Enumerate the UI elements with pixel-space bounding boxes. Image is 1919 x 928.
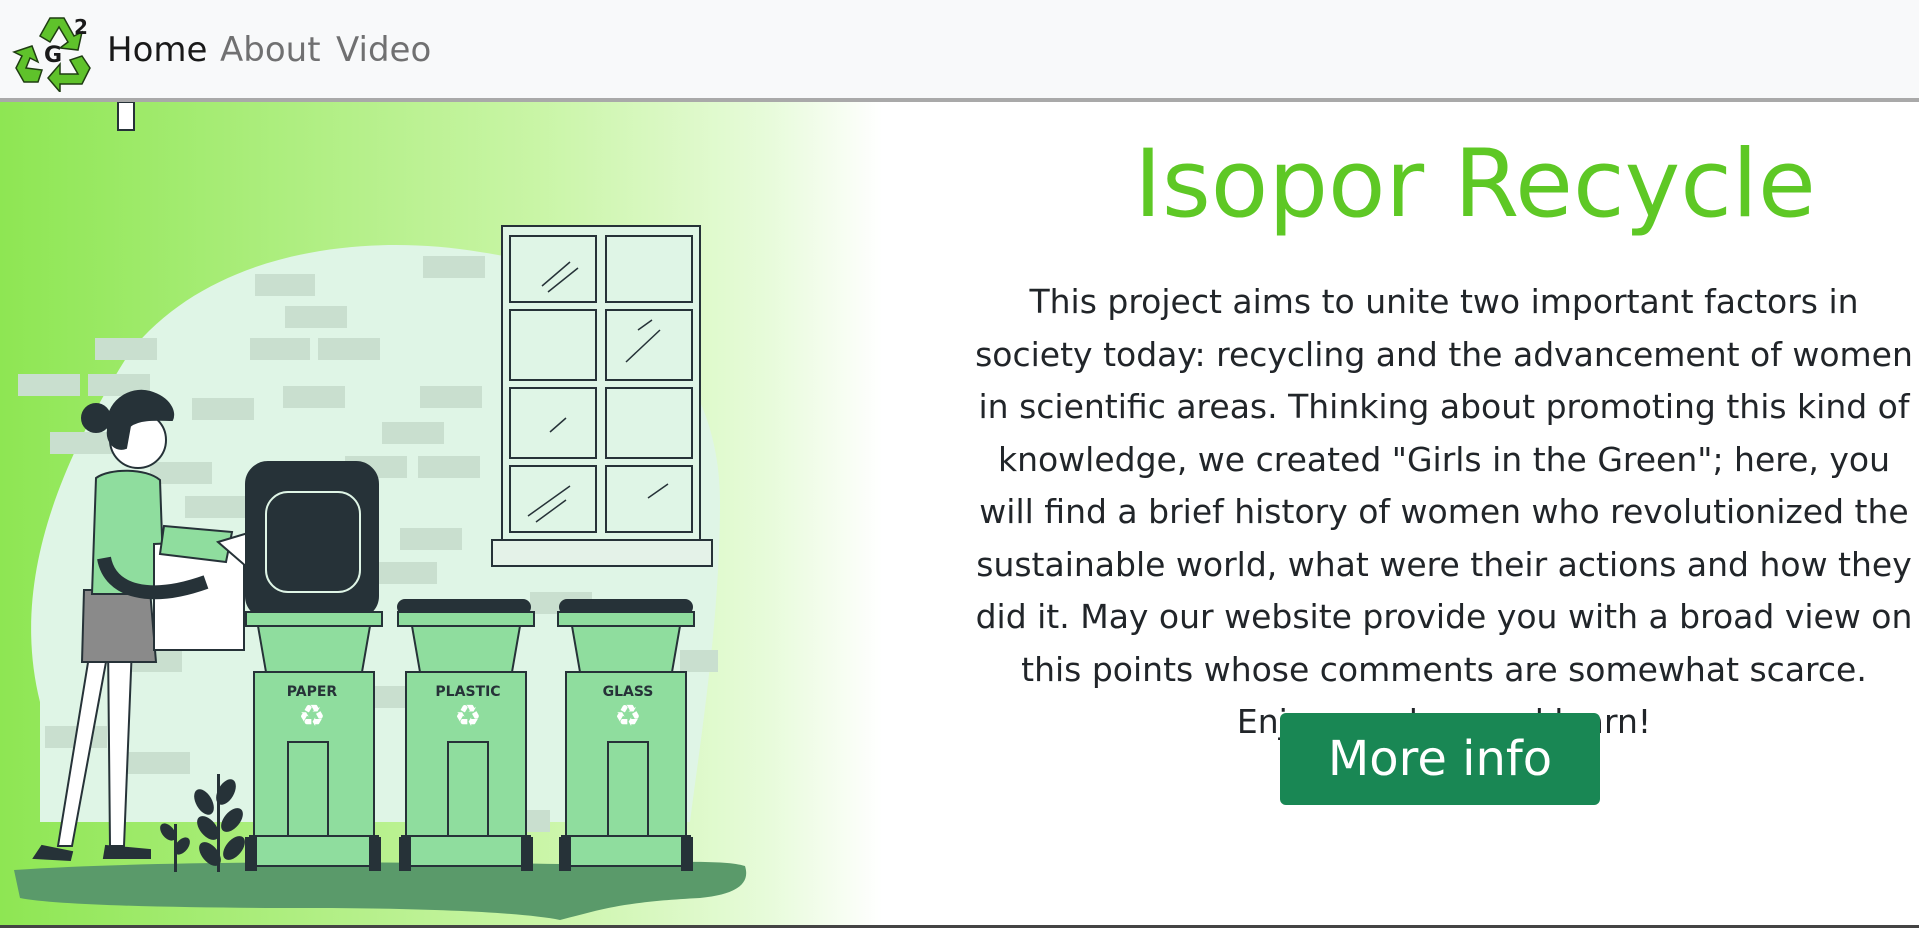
- recycling-illustration: PAPER ♻ PLASTIC ♻ GLASS ♻: [14, 102, 747, 920]
- dark-bin: [245, 461, 379, 619]
- more-info-button[interactable]: More info: [1280, 713, 1600, 805]
- recycle-icon: ♻: [455, 699, 482, 734]
- bin-plastic: PLASTIC ♻: [397, 599, 535, 871]
- page-title: Isopor Recycle: [1134, 130, 1816, 239]
- recycle-icon: ♻: [299, 699, 326, 734]
- bin-label-plastic: PLASTIC: [435, 684, 500, 700]
- logo-superscript: 2: [74, 15, 88, 39]
- bin-label-paper: PAPER: [287, 684, 338, 700]
- brand-logo-icon[interactable]: G 2: [12, 12, 96, 92]
- nav-link-about[interactable]: About: [220, 28, 321, 72]
- navbar: G 2 Home About Video: [0, 0, 1919, 102]
- nav-link-home[interactable]: Home: [107, 28, 207, 72]
- nav-link-video[interactable]: Video: [336, 28, 431, 72]
- bin-label-glass: GLASS: [603, 684, 654, 700]
- hero-description: This project aims to unite two important…: [975, 282, 1913, 741]
- logo-letter: G: [44, 43, 62, 68]
- recycle-icon: ♻: [615, 699, 642, 734]
- hero-section: PAPER ♻ PLASTIC ♻ GLASS ♻ Isopor Recycle: [0, 102, 1919, 928]
- window: [491, 225, 713, 567]
- bin-glass: GLASS ♻: [557, 599, 695, 871]
- bin-paper: PAPER ♻: [245, 611, 383, 871]
